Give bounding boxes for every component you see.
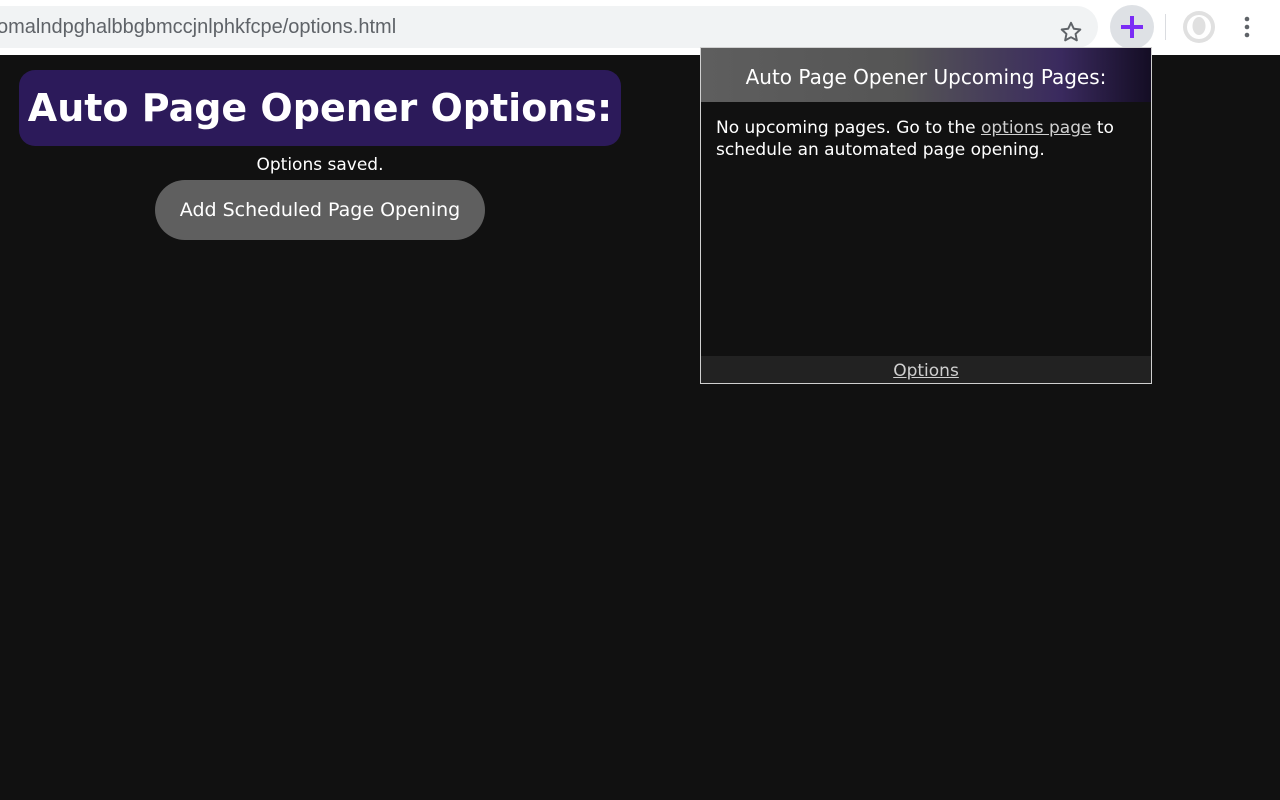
- footer-options-link[interactable]: Options: [893, 361, 959, 381]
- add-scheduled-page-button[interactable]: Add Scheduled Page Opening: [155, 180, 485, 240]
- plus-icon: [1121, 16, 1143, 38]
- toolbar-separator: [1165, 14, 1166, 40]
- url-text[interactable]: omalndpghalbbgbmccjnlphkfcpe/options.htm…: [0, 6, 1040, 48]
- profile-avatar-icon[interactable]: [1183, 11, 1215, 43]
- extension-button[interactable]: [1110, 5, 1154, 49]
- more-menu-icon[interactable]: [1236, 14, 1258, 40]
- popup-message: No upcoming pages. Go to the options pag…: [716, 117, 1144, 161]
- popup-header: Auto Page Opener Upcoming Pages:: [701, 48, 1151, 102]
- popup-footer: Options: [701, 356, 1151, 383]
- bookmark-star-icon[interactable]: [1058, 19, 1084, 45]
- options-page-link[interactable]: options page: [981, 118, 1091, 138]
- popup-message-text: No upcoming pages. Go to the: [716, 118, 981, 138]
- address-bar[interactable]: omalndpghalbbgbmccjnlphkfcpe/options.htm…: [0, 6, 1098, 48]
- page-title: Auto Page Opener Options:: [19, 70, 621, 146]
- extension-popup: Auto Page Opener Upcoming Pages: No upco…: [700, 47, 1152, 384]
- status-message: Options saved.: [256, 155, 384, 175]
